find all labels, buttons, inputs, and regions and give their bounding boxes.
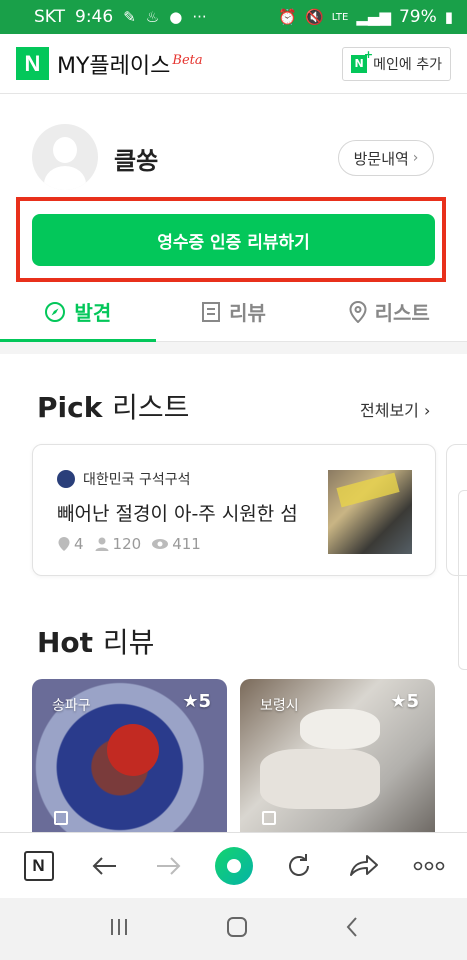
tab-label: 리뷰 xyxy=(229,301,266,325)
app-header: N MY플레이스Beta N 메인에 추가 xyxy=(0,34,467,94)
back-button[interactable] xyxy=(81,843,127,889)
more-icon: ··· xyxy=(192,8,207,26)
refresh-button[interactable] xyxy=(276,843,322,889)
add-to-main-label: 메인에 추가 xyxy=(373,56,442,73)
author-name: 대한민국 구석구석 xyxy=(83,472,191,488)
carrier-label: SKT xyxy=(34,7,66,27)
card-stats: 4 120 411 xyxy=(57,535,201,553)
tab-review[interactable]: 리뷰 xyxy=(156,282,312,341)
chevron-right-icon: › xyxy=(423,401,431,420)
talk-icon: ● xyxy=(169,8,183,26)
tab-label: 리스트 xyxy=(374,301,430,325)
more-dots-icon xyxy=(413,861,444,870)
chevron-left-icon xyxy=(346,917,357,937)
compass-icon xyxy=(44,301,66,323)
arrow-right-icon xyxy=(156,856,180,875)
notification-icon: ♨ xyxy=(145,8,160,26)
tab-bar: 발견 리뷰 리스트 xyxy=(0,282,467,342)
hot-title-ko: 리뷰 xyxy=(102,626,155,659)
star-icon: ★ xyxy=(390,691,407,712)
forward-button[interactable] xyxy=(146,843,192,889)
system-nav-bar xyxy=(0,898,467,960)
more-menu-button[interactable] xyxy=(406,843,452,889)
hot-review-card[interactable]: 보령시 ★5 xyxy=(240,679,435,839)
hot-review-card[interactable]: 송파구 ★5 xyxy=(32,679,227,839)
author-avatar xyxy=(57,470,75,488)
green-dot-icon xyxy=(214,846,253,885)
recents-icon xyxy=(110,919,127,935)
card-title: 빼어난 절경이 아-주 시원한 섬 xyxy=(57,503,298,525)
eye-icon xyxy=(152,539,169,549)
app-title-text: MY플레이스 xyxy=(57,53,171,79)
mute-icon: 🔇 xyxy=(305,8,324,26)
tab-discover[interactable]: 발견 xyxy=(0,282,156,342)
document-icon xyxy=(201,301,221,323)
green-dot-button[interactable] xyxy=(211,843,257,889)
pick-title-ko: 리스트 xyxy=(112,391,190,424)
multi-photo-icon xyxy=(262,811,276,825)
visit-history-label: 방문내역 xyxy=(353,149,409,168)
star-icon: ★ xyxy=(182,691,199,712)
hot-section-title: Hot 리뷰 xyxy=(37,621,154,661)
profile-section: 클쏭 방문내역 › xyxy=(0,94,467,194)
follower-count: 120 xyxy=(94,535,141,553)
lte-label: LTE xyxy=(331,11,349,23)
card-region: 송파구 xyxy=(52,698,91,714)
arrow-left-icon xyxy=(92,856,116,875)
receipt-review-button[interactable]: 영수증 인증 리뷰하기 xyxy=(32,214,435,266)
username: 클쏭 xyxy=(114,147,159,175)
recent-apps-button[interactable] xyxy=(109,918,129,940)
system-back-button[interactable] xyxy=(345,916,359,942)
card-author: 대한민국 구석구석 xyxy=(57,469,191,489)
pick-title-en: Pick xyxy=(37,391,103,424)
visit-history-button[interactable]: 방문내역 › xyxy=(338,140,434,176)
place-count: 4 xyxy=(57,535,84,553)
home-icon xyxy=(226,917,247,937)
refresh-icon xyxy=(288,853,309,876)
side-card-peek xyxy=(458,490,467,670)
pin-icon xyxy=(58,537,70,551)
naver-logo[interactable]: N xyxy=(16,47,49,80)
card-rating: ★5 xyxy=(390,691,419,712)
location-pin-icon xyxy=(349,300,367,323)
person-icon xyxy=(95,537,109,551)
battery-icon: ▮ xyxy=(444,8,453,26)
view-all-label: 전체보기 xyxy=(360,401,419,420)
pick-list-card[interactable]: 대한민국 구석구석 빼어난 절경이 아-주 시원한 섬 4 120 411 xyxy=(32,444,436,576)
hot-title-en: Hot xyxy=(37,626,94,659)
card-rating: ★5 xyxy=(182,691,211,712)
view-all-link[interactable]: 전체보기 › xyxy=(360,397,430,421)
tab-list[interactable]: 리스트 xyxy=(311,282,467,341)
card-thumbnail xyxy=(328,470,412,554)
alarm-icon: ⏰ xyxy=(278,8,298,26)
notification-icon: ✎ xyxy=(123,8,136,26)
card-region: 보령시 xyxy=(260,698,299,714)
time-label: 9:46 xyxy=(75,7,114,27)
section-divider xyxy=(0,342,467,354)
browser-toolbar: N xyxy=(0,832,467,898)
home-button[interactable] xyxy=(226,916,248,942)
app-title: MY플레이스 Beta xyxy=(57,48,203,80)
share-icon xyxy=(349,854,378,876)
avatar[interactable] xyxy=(32,124,98,190)
naver-add-icon: N xyxy=(351,48,373,73)
add-to-main-button[interactable]: N 메인에 추가 xyxy=(342,46,451,81)
multi-photo-icon xyxy=(54,811,68,825)
pick-section-title: Pick 리스트 xyxy=(37,386,189,426)
chevron-right-icon: › xyxy=(412,150,419,166)
status-bar: SKT 9:46 ✎ ♨ ● ··· ⏰ 🔇 LTE ▂▄▆ 79% ▮ xyxy=(0,0,467,34)
view-count: 411 xyxy=(151,535,201,553)
tab-label: 발견 xyxy=(74,301,112,325)
signal-icon: ▂▄▆ xyxy=(356,8,391,26)
naver-home-button[interactable]: N xyxy=(16,843,62,889)
beta-badge: Beta xyxy=(172,52,203,68)
share-button[interactable] xyxy=(341,843,387,889)
naver-icon: N xyxy=(23,850,54,881)
battery-label: 79% xyxy=(398,7,437,27)
